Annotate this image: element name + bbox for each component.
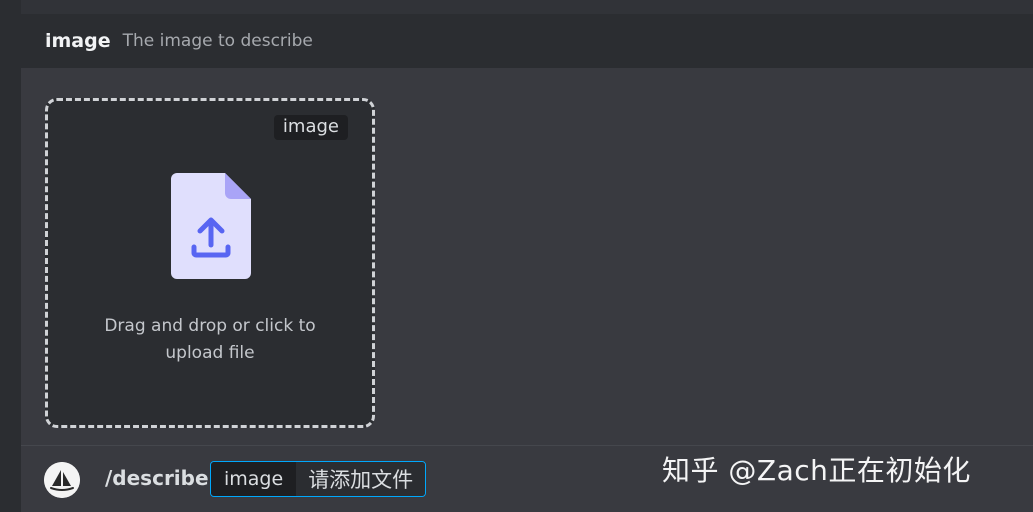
left-strip	[0, 0, 21, 512]
dropzone-instructions: Drag and drop or click to upload file	[48, 313, 372, 367]
file-upload-icon	[171, 173, 251, 279]
option-pill-name: image	[211, 462, 297, 496]
bot-avatar	[44, 462, 80, 498]
command-option-panel: image The image to describe image Drag a…	[21, 0, 1033, 512]
option-pill-value[interactable]: 请添加文件	[296, 462, 426, 496]
watermark: 知乎 @Zach正在初始化	[662, 454, 971, 487]
image-option-pill[interactable]: image 请添加文件	[210, 461, 427, 497]
top-gap	[21, 0, 1033, 14]
option-name-label: image	[45, 30, 111, 52]
option-description: The image to describe	[122, 31, 313, 51]
slash-command[interactable]: /describe	[105, 466, 209, 490]
file-dropzone[interactable]: image Drag and drop or click to upload f…	[45, 98, 375, 428]
dropzone-line-2: upload file	[165, 343, 255, 363]
type-badge: image	[273, 115, 348, 140]
dropzone-line-1: Drag and drop or click to	[104, 316, 316, 336]
option-header: image The image to describe	[21, 14, 1033, 68]
sailboat-logo-icon	[44, 462, 80, 498]
